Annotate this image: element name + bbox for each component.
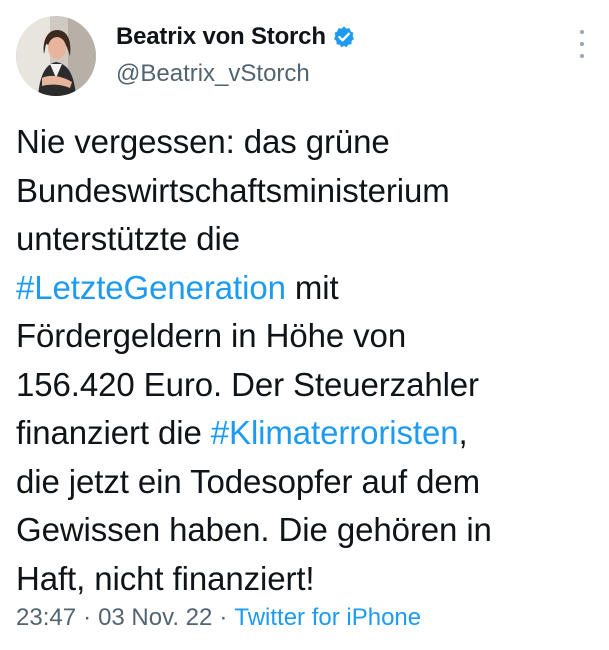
hashtag-link[interactable]: #Klimaterroristen — [211, 414, 459, 451]
tweet-text-line: Bundeswirtschaftsministerium — [16, 167, 596, 216]
tweet-text-segment: Nie vergessen: das grüne — [16, 123, 390, 160]
display-name[interactable]: Beatrix von Storch — [116, 23, 326, 51]
tweet-text-segment: die jetzt ein Todesopfer auf dem — [16, 462, 480, 500]
tweet-text-line: 156.420 Euro. Der Steuerzahler — [16, 361, 596, 410]
tweet-text-line: Gewissen haben. Die gehören in — [16, 506, 596, 555]
tweet-text-line: unterstützte die — [16, 215, 596, 264]
tweet-date[interactable]: 03 Nov. 22 — [98, 604, 212, 631]
tweet-text-segment: Fördergeldern in Höhe von — [16, 317, 407, 354]
tweet-text-line: finanziert die #Klimaterroristen, — [16, 409, 596, 458]
verified-badge-icon — [332, 25, 356, 49]
tweet-card: Beatrix von Storch @Beatrix_vStorch Nie … — [0, 0, 609, 650]
tweet-text-segment: Bundeswirtschaftsministerium — [16, 171, 450, 209]
avatar[interactable] — [16, 16, 96, 96]
tweet-text-segment: mit — [285, 268, 339, 306]
avatar-photo — [16, 16, 96, 96]
author-block[interactable]: Beatrix von Storch @Beatrix_vStorch — [116, 22, 356, 88]
tweet-text: Nie vergessen: das grüne Bundeswirtschaft… — [16, 118, 596, 603]
tweet-text-segment: 156.420 Euro. Der Steuerzahler — [16, 365, 479, 403]
tweet-text-line: Nie vergessen: das grüne — [16, 118, 596, 167]
tweet-text-segment: unterstützte die — [16, 220, 241, 257]
tweet-text-segment: Haft, nicht finanziert! — [16, 559, 315, 597]
handle[interactable]: @Beatrix_vStorch — [116, 60, 356, 88]
tweet-text-line: die jetzt ein Todesopfer auf dem — [16, 458, 596, 507]
meta-separator: · — [219, 604, 228, 631]
tweet-meta: 23:47 · 03 Nov. 22 · Twitter for iPhone — [16, 604, 421, 632]
tweet-time[interactable]: 23:47 — [16, 604, 76, 631]
meta-separator: · — [83, 604, 92, 631]
tweet-text-segment: finanziert die — [16, 414, 211, 451]
tweet-source-link[interactable]: Twitter for iPhone — [234, 604, 421, 631]
tweet-text-line: Haft, nicht finanziert! — [16, 555, 596, 604]
display-name-row: Beatrix von Storch — [116, 22, 356, 52]
more-options-icon[interactable] — [577, 30, 587, 58]
tweet-text-line: #LetzteGeneration mit — [16, 264, 596, 313]
tweet-text-segment: Gewissen haben. Die gehören in — [16, 511, 492, 548]
tweet-text-segment: , — [458, 414, 468, 451]
tweet-text-line: Fördergeldern in Höhe von — [16, 312, 596, 361]
hashtag-link[interactable]: #LetzteGeneration — [16, 269, 286, 306]
